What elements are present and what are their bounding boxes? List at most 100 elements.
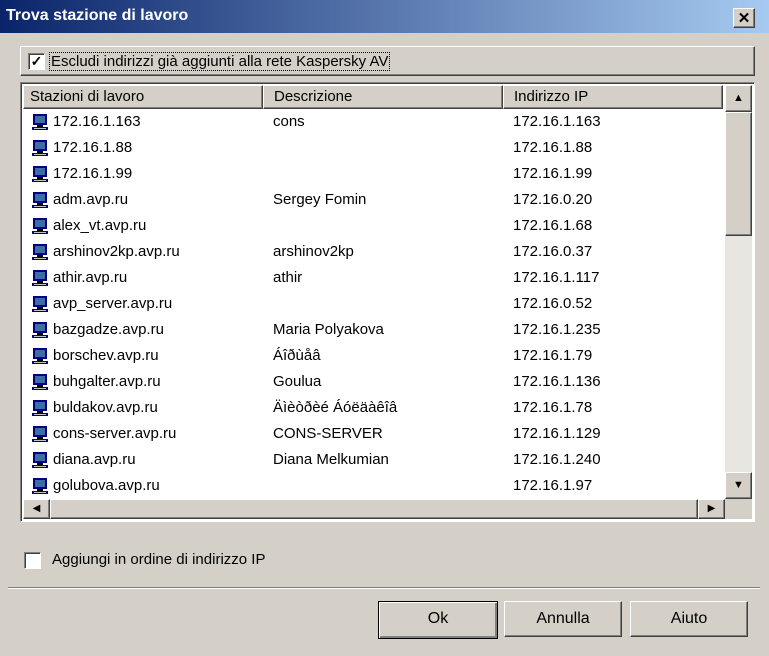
- workstation-ip: 172.16.1.88: [513, 139, 593, 156]
- vertical-scrollbar[interactable]: ▲ ▼: [725, 85, 752, 499]
- workstation-name: buldakov.avp.ru: [53, 399, 158, 416]
- computer-icon: [32, 218, 48, 234]
- table-row[interactable]: bazgadze.avp.ru Maria Polyakova 172.16.1.2…: [23, 317, 723, 343]
- arrow-right-icon: ▶: [707, 503, 716, 514]
- computer-icon: [32, 426, 48, 442]
- computer-icon: [32, 322, 48, 338]
- scroll-corner: [725, 499, 752, 519]
- workstation-name: avp_server.avp.ru: [53, 295, 173, 312]
- close-icon: ✕: [737, 10, 751, 27]
- arrow-up-icon: ▲: [733, 92, 744, 104]
- workstation-name: cons-server.avp.ru: [53, 425, 177, 442]
- sort-by-ip-checkbox[interactable]: [24, 552, 41, 569]
- scroll-up-button[interactable]: ▲: [725, 85, 752, 112]
- scroll-down-button[interactable]: ▼: [725, 472, 752, 499]
- workstation-ip: 172.16.0.37: [513, 243, 593, 260]
- computer-icon: [32, 296, 48, 312]
- table-row[interactable]: avp_server.avp.ru 172.16.0.52: [23, 291, 723, 317]
- computer-icon: [32, 348, 48, 364]
- separator: [8, 587, 760, 589]
- table-row[interactable]: golubova.avp.ru 172.16.1.97: [23, 473, 723, 499]
- computer-icon: [32, 478, 48, 494]
- workstation-name: diana.avp.ru: [53, 451, 136, 468]
- workstation-ip: 172.16.1.99: [513, 165, 593, 182]
- workstation-name: golubova.avp.ru: [53, 477, 160, 494]
- list-rows: 172.16.1.163 cons 172.16.1.163 172.16.1.88 1…: [23, 109, 723, 499]
- table-row[interactable]: cons-server.avp.ru CONS-SERVER 172.16.1.12…: [23, 421, 723, 447]
- workstation-ip: 172.16.1.240: [513, 451, 601, 468]
- workstation-description: Sergey Fomin: [273, 191, 367, 208]
- table-row[interactable]: alex_vt.avp.ru 172.16.1.68: [23, 213, 723, 239]
- table-row[interactable]: 172.16.1.88 172.16.1.88: [23, 135, 723, 161]
- table-row[interactable]: arshinov2kp.avp.ru arshinov2kp 172.16.0.37: [23, 239, 723, 265]
- table-row[interactable]: buhgalter.avp.ru Goulua 172.16.1.136: [23, 369, 723, 395]
- workstation-ip: 172.16.0.20: [513, 191, 593, 208]
- table-row[interactable]: buldakov.avp.ru Äìèòðèé Áóëäàêîâ 172.16.1.…: [23, 395, 723, 421]
- workstation-description: Diana Melkumian: [273, 451, 389, 468]
- workstation-description: Áîðùåâ: [273, 347, 321, 364]
- computer-icon: [32, 114, 48, 130]
- sort-by-ip-label[interactable]: Aggiungi in ordine di indirizzo IP: [52, 550, 265, 570]
- table-row[interactable]: athir.avp.ru athir 172.16.1.117: [23, 265, 723, 291]
- close-button[interactable]: ✕: [733, 8, 755, 28]
- computer-icon: [32, 452, 48, 468]
- workstation-name: bazgadze.avp.ru: [53, 321, 164, 338]
- table-row[interactable]: adm.avp.ru Sergey Fomin 172.16.0.20: [23, 187, 723, 213]
- computer-icon: [32, 140, 48, 156]
- workstation-ip: 172.16.1.78: [513, 399, 593, 416]
- checkmark-icon: ✓: [30, 53, 43, 69]
- table-row[interactable]: 172.16.1.163 cons 172.16.1.163: [23, 109, 723, 135]
- horizontal-scrollbar[interactable]: ◀ ▶: [23, 499, 725, 519]
- table-row[interactable]: diana.avp.ru Diana Melkumian 172.16.1.240: [23, 447, 723, 473]
- list-header: Stazioni di lavoro Descrizione Indirizzo…: [23, 85, 723, 109]
- workstation-description: Maria Polyakova: [273, 321, 384, 338]
- workstation-name: athir.avp.ru: [53, 269, 128, 286]
- exclude-label[interactable]: Escludi indirizzi già aggiunti alla rete…: [49, 52, 391, 71]
- exclude-added-option[interactable]: ✓ Escludi indirizzi già aggiunti alla re…: [20, 46, 755, 76]
- workstation-ip: 172.16.0.52: [513, 295, 593, 312]
- ok-button[interactable]: Ok: [378, 601, 498, 639]
- workstation-name: 172.16.1.163: [53, 113, 141, 130]
- workstation-ip: 172.16.1.235: [513, 321, 601, 338]
- column-header-ip[interactable]: Indirizzo IP: [503, 85, 723, 109]
- column-header-workstation[interactable]: Stazioni di lavoro: [23, 85, 263, 109]
- cancel-button[interactable]: Annulla: [504, 601, 622, 637]
- workstation-ip: 172.16.1.163: [513, 113, 601, 130]
- arrow-down-icon: ▼: [733, 479, 744, 491]
- help-button[interactable]: Aiuto: [630, 601, 748, 637]
- workstation-name: arshinov2kp.avp.ru: [53, 243, 180, 260]
- exclude-checkbox[interactable]: ✓: [28, 53, 45, 70]
- workstation-name: buhgalter.avp.ru: [53, 373, 161, 390]
- computer-icon: [32, 192, 48, 208]
- workstation-ip: 172.16.1.97: [513, 477, 593, 494]
- computer-icon: [32, 374, 48, 390]
- table-row[interactable]: 172.16.1.99 172.16.1.99: [23, 161, 723, 187]
- workstation-description: athir: [273, 269, 303, 286]
- workstation-ip: 172.16.1.79: [513, 347, 593, 364]
- computer-icon: [32, 244, 48, 260]
- workstation-description: Goulua: [273, 373, 322, 390]
- workstation-ip: 172.16.1.129: [513, 425, 601, 442]
- workstation-description: cons: [273, 113, 305, 130]
- vertical-scroll-thumb[interactable]: [725, 112, 752, 236]
- workstation-name: 172.16.1.99: [53, 165, 133, 182]
- horizontal-scroll-thumb[interactable]: [50, 499, 698, 519]
- workstation-name: alex_vt.avp.ru: [53, 217, 147, 234]
- workstation-name: adm.avp.ru: [53, 191, 129, 208]
- scroll-left-button[interactable]: ◀: [23, 499, 50, 519]
- computer-icon: [32, 166, 48, 182]
- computer-icon: [32, 400, 48, 416]
- workstation-description: CONS-SERVER: [273, 425, 383, 442]
- workstation-description: arshinov2kp: [273, 243, 354, 260]
- column-header-description[interactable]: Descrizione: [263, 85, 503, 109]
- workstation-list[interactable]: Stazioni di lavoro Descrizione Indirizzo…: [20, 82, 755, 522]
- workstation-ip: 172.16.1.136: [513, 373, 601, 390]
- workstation-name: borschev.avp.ru: [53, 347, 159, 364]
- workstation-name: 172.16.1.88: [53, 139, 133, 156]
- workstation-ip: 172.16.1.117: [513, 269, 600, 286]
- table-row[interactable]: borschev.avp.ru Áîðùåâ 172.16.1.79: [23, 343, 723, 369]
- workstation-description: Äìèòðèé Áóëäàêîâ: [273, 399, 398, 416]
- computer-icon: [32, 270, 48, 286]
- title-bar: Trova stazione di lavoro ✕: [0, 0, 769, 33]
- scroll-right-button[interactable]: ▶: [698, 499, 725, 519]
